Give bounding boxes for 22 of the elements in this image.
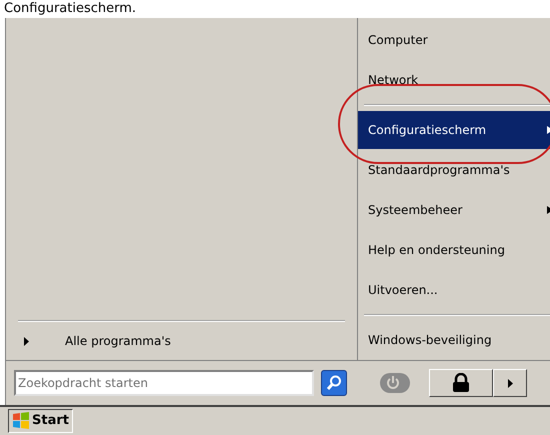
- menu-item[interactable]: Network: [358, 61, 550, 99]
- arrow-icon: [547, 126, 550, 134]
- menu-item[interactable]: Help en ondersteuning: [358, 231, 550, 269]
- lock-button[interactable]: [429, 369, 493, 397]
- shutdown-options-button[interactable]: [493, 369, 527, 397]
- start-button[interactable]: Start: [8, 409, 73, 433]
- caption-text: Configuratiescherm.: [4, 1, 136, 17]
- all-programs-item[interactable]: Alle programma's: [6, 326, 357, 356]
- menu-item[interactable]: Configuratiescherm: [358, 111, 550, 149]
- menu-item[interactable]: Windows-beveiliging: [358, 321, 550, 359]
- search-icon: [325, 374, 343, 392]
- windows-logo-icon: [12, 412, 30, 430]
- menu-item[interactable]: Computer: [358, 21, 550, 59]
- menu-item[interactable]: Uitvoeren...: [358, 271, 550, 309]
- arrow-icon: [508, 378, 512, 388]
- lock-icon: [452, 373, 470, 393]
- menu-item[interactable]: Standaardprogramma's: [358, 151, 550, 189]
- search-field[interactable]: Zoekopdracht starten: [14, 370, 314, 396]
- arrow-icon: [547, 206, 550, 214]
- search-button[interactable]: [321, 370, 347, 396]
- menu-item[interactable]: Systeembeheer: [358, 191, 550, 229]
- arrow-icon: [24, 336, 29, 346]
